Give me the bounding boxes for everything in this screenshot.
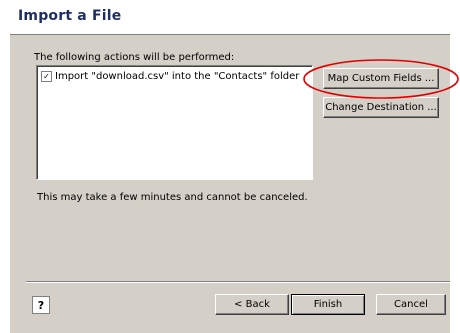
- help-button[interactable]: ?: [32, 296, 50, 314]
- list-item-import-action[interactable]: ✓ Import "download.csv" into the "Contac…: [41, 71, 299, 82]
- change-destination-button[interactable]: Change Destination ...: [323, 97, 439, 118]
- footer-divider: [26, 281, 450, 283]
- title-bar: Import a File: [10, 0, 450, 35]
- cancel-button[interactable]: Cancel: [376, 294, 446, 315]
- dialog-title: Import a File: [18, 8, 122, 24]
- import-action-checkbox[interactable]: ✓: [41, 71, 52, 82]
- duration-note: This may take a few minutes and cannot b…: [37, 192, 308, 203]
- import-action-label: Import "download.csv" into the "Contacts…: [55, 71, 300, 82]
- map-custom-fields-button[interactable]: Map Custom Fields ...: [323, 68, 439, 89]
- actions-listbox[interactable]: ✓ Import "download.csv" into the "Contac…: [36, 65, 313, 180]
- actions-description: The following actions will be performed:: [34, 52, 235, 63]
- help-icon: ?: [37, 298, 45, 312]
- finish-button[interactable]: Finish: [291, 294, 365, 315]
- import-file-dialog: Import a File The following actions will…: [10, 0, 450, 333]
- back-button[interactable]: < Back: [215, 294, 289, 315]
